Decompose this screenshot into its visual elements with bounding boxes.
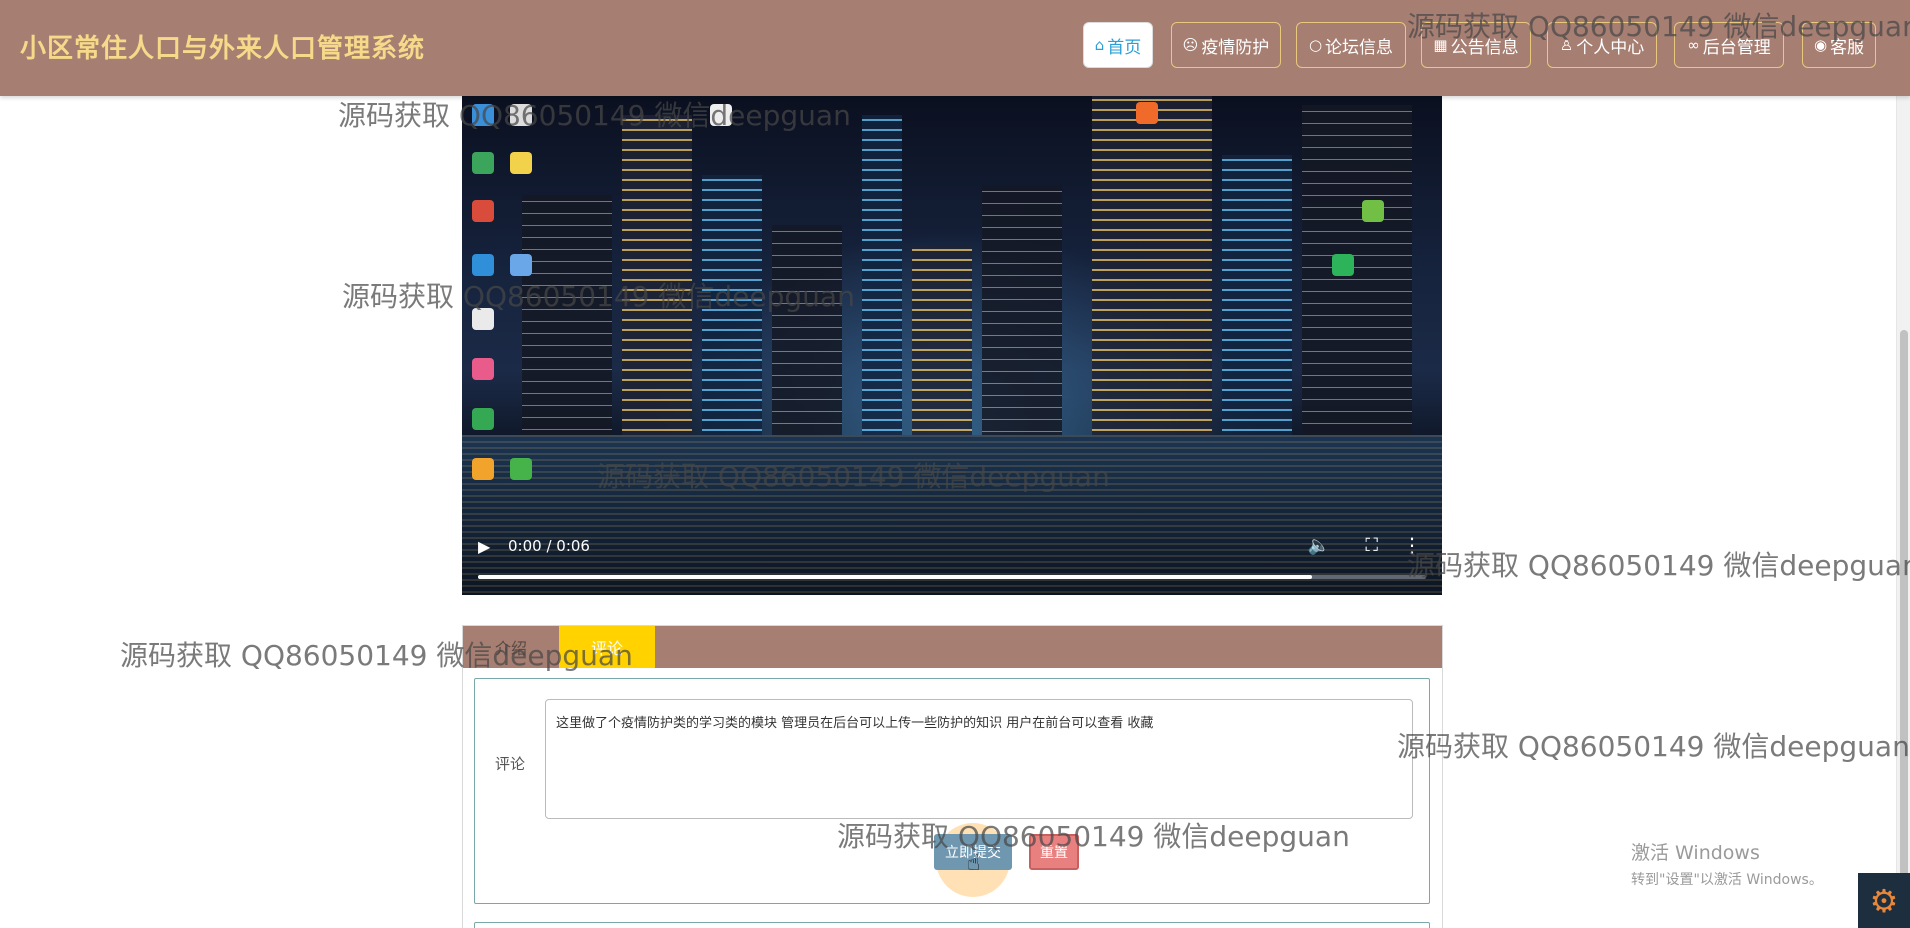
epidemic-icon: ☹ (1182, 36, 1199, 54)
video-player[interactable]: ▶ 0:00 / 0:06 🔈 ⛶ ⋮ (462, 96, 1442, 595)
hand-cursor-icon: ☝ (967, 851, 981, 876)
service-icon: ◉ (1813, 36, 1828, 54)
skyline-building (862, 115, 902, 445)
desktop-icon (472, 254, 494, 276)
desktop-icon (710, 104, 732, 126)
skyline-building (772, 225, 842, 445)
desktop-icon (472, 458, 494, 480)
tab-comment[interactable]: 评论 (559, 626, 655, 668)
more-options-icon[interactable]: ⋮ (1402, 533, 1422, 557)
nav-label: 客服 (1830, 37, 1865, 58)
desktop-icon (1332, 254, 1354, 276)
desktop-icon (510, 254, 532, 276)
desktop-icon (472, 408, 494, 430)
nav-forum[interactable]: ○ 论坛信息 (1296, 22, 1406, 68)
video-time: 0:00 / 0:06 (508, 537, 590, 555)
nav-label: 疫情防护 (1201, 37, 1270, 58)
skyline-building (1222, 155, 1292, 445)
nav-home[interactable]: ⌂ 首页 (1083, 22, 1153, 68)
desktop-icon (510, 458, 532, 480)
desktop-icon (1362, 200, 1384, 222)
site-title: 小区常住人口与外来人口管理系统 (20, 34, 426, 64)
desktop-icon (472, 358, 494, 380)
page-scrollbar[interactable] (1896, 0, 1910, 928)
desktop-icon (472, 200, 494, 222)
nav-admin[interactable]: ∞ 后台管理 (1674, 22, 1784, 68)
desktop-icon (510, 152, 532, 174)
skyline-building (982, 185, 1062, 445)
comment-textarea[interactable]: 这里做了个疫情防护类的学习类的模块 管理员在后台可以上传一些防护的知识 用户在前… (545, 699, 1413, 819)
windows-activation-notice: 激活 Windows 转到"设置"以激活 Windows。 (1631, 838, 1823, 889)
activation-title: 激活 Windows (1631, 842, 1760, 864)
comment-list-box (474, 922, 1430, 928)
comment-form: 评论 这里做了个疫情防护类的学习类的模块 管理员在后台可以上传一些防护的知识 用… (474, 678, 1430, 904)
skyline-building (912, 245, 972, 445)
nav-epidemic[interactable]: ☹ 疫情防护 (1171, 22, 1281, 68)
notice-icon: ▦ (1433, 36, 1448, 54)
skyline-building (1302, 105, 1412, 445)
tab-bar: 介绍 评论 (463, 626, 1442, 668)
play-icon[interactable]: ▶ (478, 537, 490, 556)
desktop-icon (472, 308, 494, 330)
volume-icon[interactable]: 🔈 (1308, 535, 1330, 556)
user-icon: ♙ (1559, 36, 1574, 54)
video-progress-bar[interactable] (478, 575, 1426, 579)
skyline-building (1092, 96, 1212, 445)
skyline-building (622, 115, 692, 445)
desktop-icon (510, 104, 532, 126)
desktop-icon (1136, 102, 1158, 124)
fullscreen-icon[interactable]: ⛶ (1365, 535, 1378, 556)
home-icon: ⌂ (1094, 36, 1105, 54)
scrollbar-thumb[interactable] (1900, 330, 1908, 890)
nav-profile[interactable]: ♙ 个人中心 (1547, 22, 1657, 68)
site-header: 小区常住人口与外来人口管理系统 ⌂ 首页 ☹ 疫情防护 ○ 论坛信息 ▦ 公告信… (0, 0, 1910, 96)
nav-label: 论坛信息 (1325, 37, 1394, 58)
tab-intro[interactable]: 介绍 (463, 626, 559, 668)
nav-label: 个人中心 (1576, 37, 1645, 58)
desktop-icon (472, 152, 494, 174)
nav-label: 首页 (1107, 37, 1142, 58)
gear-icon[interactable]: ⚙ (1858, 873, 1910, 928)
reset-button[interactable]: 重置 (1029, 834, 1079, 870)
watermark-text: 源码获取 QQ86050149 微信deepguan (1407, 549, 1910, 582)
skyline-building (522, 195, 612, 445)
activation-subtitle: 转到"设置"以激活 Windows。 (1631, 872, 1823, 888)
nav-service[interactable]: ◉ 客服 (1802, 22, 1876, 68)
nav-label: 公告信息 (1450, 37, 1519, 58)
watermark-text: 源码获取 QQ86050149 微信deepguan (1397, 730, 1910, 763)
detail-panel: 介绍 评论 评论 这里做了个疫情防护类的学习类的模块 管理员在后台可以上传一些防… (462, 625, 1443, 928)
skyline-building (702, 175, 762, 445)
forum-icon: ○ (1308, 36, 1323, 54)
nav-label: 后台管理 (1702, 37, 1771, 58)
comment-label: 评论 (495, 755, 526, 773)
video-controls: ▶ 0:00 / 0:06 🔈 ⛶ ⋮ (462, 525, 1442, 595)
link-icon: ∞ (1687, 36, 1700, 54)
desktop-icon (472, 104, 494, 126)
video-progress-fill (478, 575, 1313, 579)
nav-notice[interactable]: ▦ 公告信息 (1421, 22, 1531, 68)
